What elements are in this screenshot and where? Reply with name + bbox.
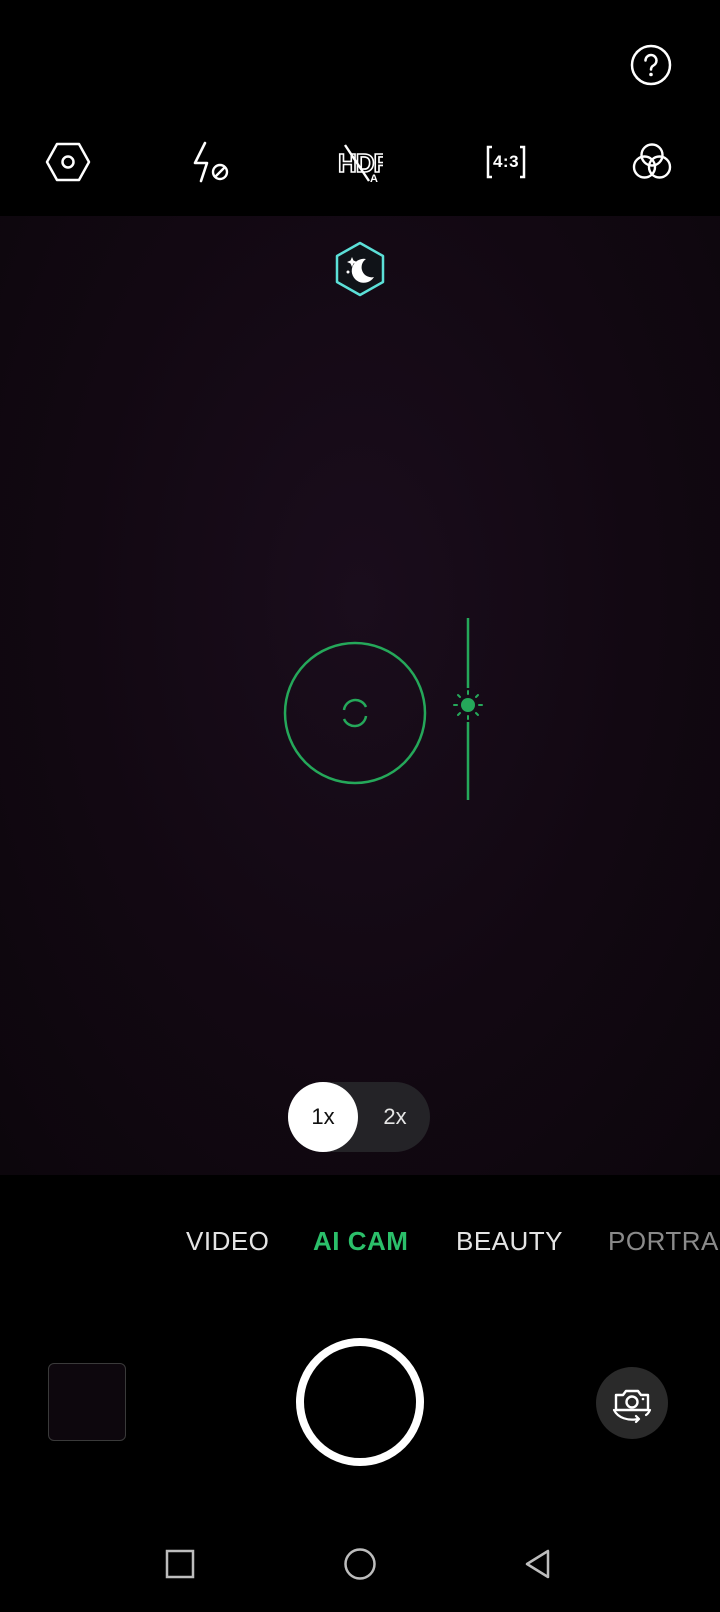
focus-ring-icon bbox=[283, 641, 427, 785]
recent-apps-button[interactable] bbox=[150, 1534, 210, 1594]
zoom-1x-button[interactable]: 1x bbox=[288, 1082, 358, 1152]
home-button[interactable] bbox=[330, 1534, 390, 1594]
scene-detection-badge bbox=[333, 240, 387, 298]
mode-video[interactable]: VIDEO bbox=[186, 1226, 269, 1257]
back-button[interactable] bbox=[508, 1534, 568, 1594]
home-icon bbox=[344, 1548, 376, 1580]
hdr-auto-off-icon: HDR A bbox=[337, 144, 383, 185]
settings-hexagon-icon bbox=[45, 142, 91, 182]
zoom-2x-button[interactable]: 2x bbox=[360, 1082, 430, 1152]
mode-selector: VIDEO AI CAM BEAUTY PORTRA bbox=[0, 1226, 720, 1266]
camera-screen: HDR A 4:3 1x 2x VIDEO AI CAM BEAUTY PORT… bbox=[0, 0, 720, 1612]
flash-button[interactable] bbox=[180, 130, 244, 194]
navigation-bar bbox=[0, 1534, 720, 1594]
mode-beauty[interactable]: BEAUTY bbox=[456, 1226, 563, 1257]
filter-icon bbox=[632, 143, 672, 179]
viewfinder[interactable]: 1x 2x bbox=[0, 216, 720, 1175]
gallery-thumbnail[interactable] bbox=[48, 1363, 126, 1441]
help-button[interactable] bbox=[630, 44, 672, 86]
back-icon bbox=[525, 1549, 550, 1579]
svg-text:A: A bbox=[370, 173, 378, 185]
aspect-ratio-button[interactable]: 4:3 bbox=[474, 130, 538, 194]
flash-off-icon bbox=[193, 141, 229, 183]
mode-portrait[interactable]: PORTRA bbox=[608, 1226, 719, 1257]
zoom-selector: 1x 2x bbox=[288, 1082, 430, 1152]
filter-button[interactable] bbox=[620, 130, 684, 194]
switch-camera-button[interactable] bbox=[596, 1367, 668, 1439]
settings-button[interactable] bbox=[36, 130, 100, 194]
help-circle-icon bbox=[630, 44, 672, 86]
hdr-button[interactable]: HDR A bbox=[327, 130, 391, 194]
shutter-button[interactable] bbox=[296, 1338, 424, 1466]
exposure-sun-icon bbox=[453, 690, 483, 720]
recent-apps-icon bbox=[165, 1549, 195, 1579]
camera-toolbar: HDR A 4:3 bbox=[0, 130, 720, 194]
switch-camera-icon bbox=[612, 1389, 652, 1424]
mode-ai-cam[interactable]: AI CAM bbox=[313, 1226, 408, 1257]
night-mode-icon bbox=[335, 241, 385, 297]
exposure-slider[interactable] bbox=[450, 618, 486, 800]
aspect-ratio-label: 4:3 bbox=[492, 152, 520, 171]
